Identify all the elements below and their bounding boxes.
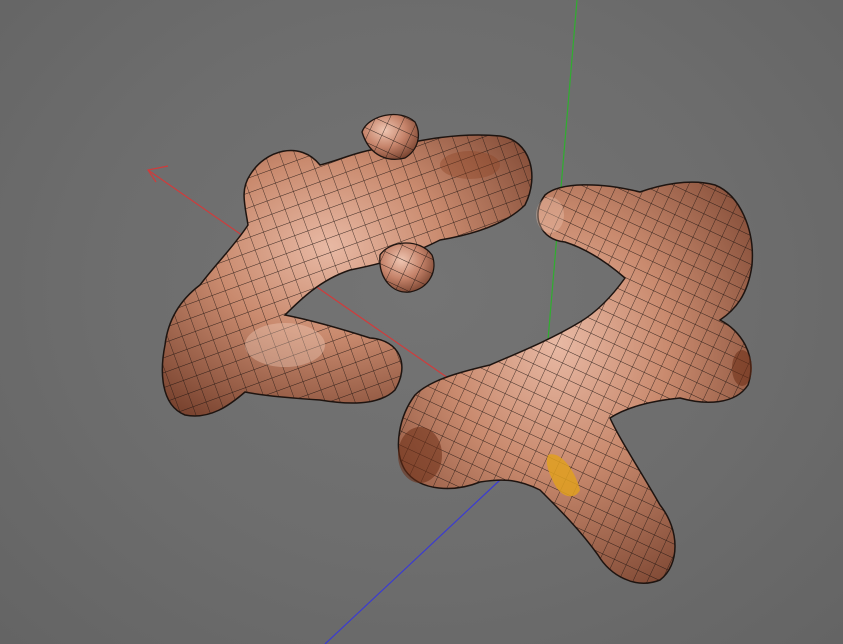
z-axis-line bbox=[324, 479, 501, 644]
ginger-root-right[interactable] bbox=[397, 181, 754, 584]
y-axis-line bbox=[547, 0, 578, 341]
3d-viewport[interactable] bbox=[0, 0, 843, 644]
viewport-scene[interactable] bbox=[0, 0, 843, 644]
x-axis-arrow-icon bbox=[147, 165, 169, 183]
